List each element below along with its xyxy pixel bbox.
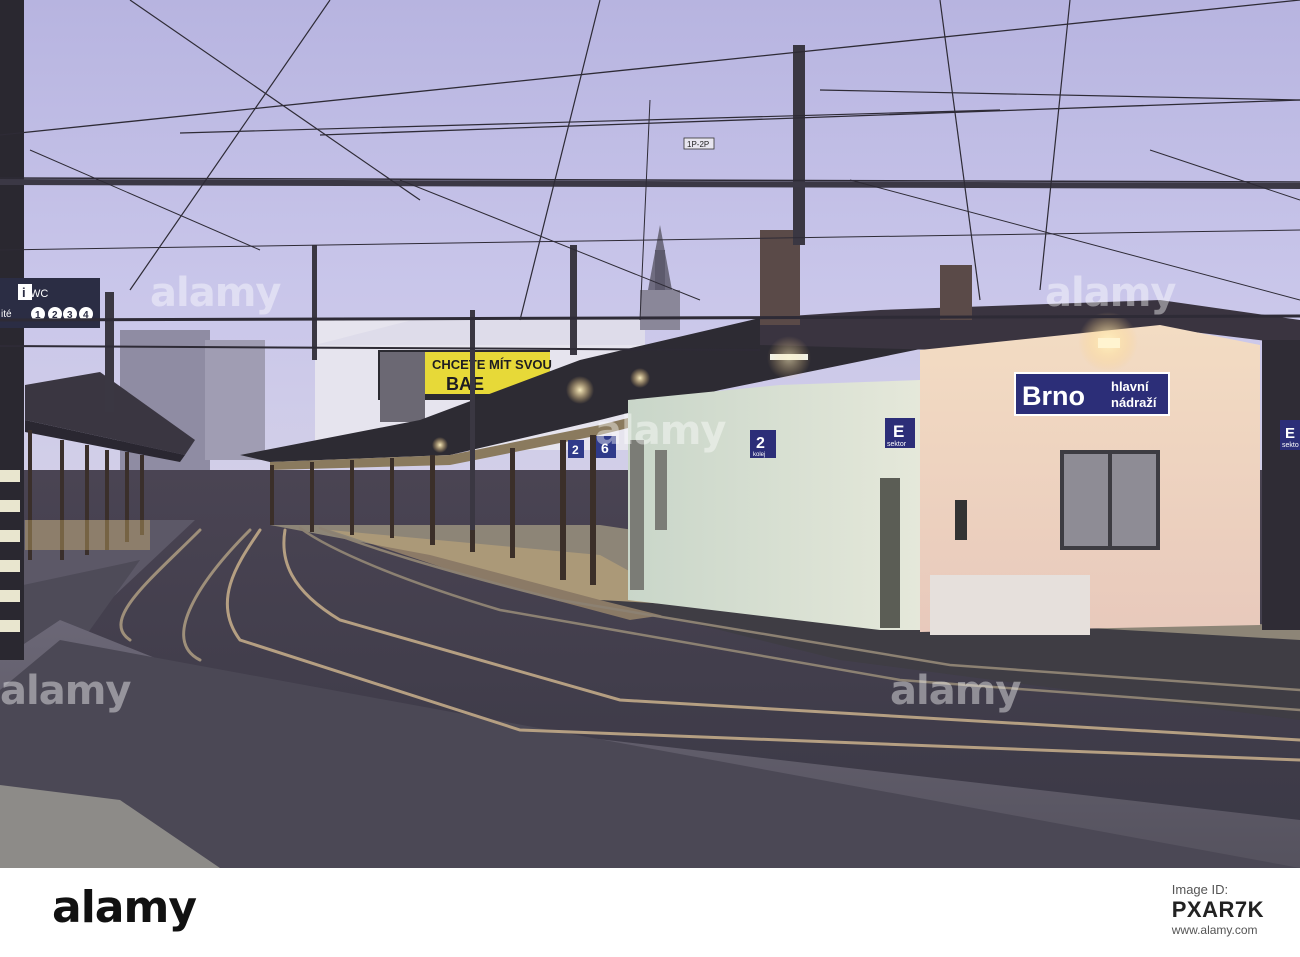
mast-id-plate: 1P-2P — [683, 137, 715, 150]
far-track-number: 2 — [572, 443, 579, 457]
image-id-label: Image ID: — [1171, 882, 1229, 897]
info-wc: WC — [30, 288, 48, 300]
info-i-icon: i — [22, 285, 26, 300]
alamy-logo: alamy — [52, 882, 197, 933]
station-subtitle-2: nádraží — [1111, 395, 1157, 410]
left-pole — [0, 0, 24, 660]
station-photo: CHCETE MÍT SVOU BAE 2 6 Brno hlavní nádr… — [0, 0, 1300, 868]
track-number-sign: 2 kolej — [750, 430, 776, 458]
station-name: Brno — [1022, 381, 1085, 411]
info-prefix: ité — [1, 309, 12, 320]
sector-letter: E — [893, 422, 904, 441]
station-subtitle-1: hlavní — [1111, 379, 1149, 394]
track-label: kolej — [753, 452, 765, 458]
billboard-line2: BAE — [446, 374, 484, 394]
image-id: PXAR7K — [1171, 897, 1264, 922]
sector-sign: E sektor — [885, 418, 915, 448]
building-side-wall — [628, 380, 920, 630]
mast-id: 1P-2P — [687, 140, 709, 149]
sector-letter-right: E — [1285, 425, 1295, 442]
far-sector-number: 6 — [601, 440, 609, 456]
stock-footer: alamy Image ID: PXAR7K www.alamy.com — [0, 868, 1300, 957]
right-edge-canopy: E sekto — [1262, 340, 1300, 630]
site-url: www.alamy.com — [1171, 923, 1258, 937]
track-number: 2 — [756, 435, 765, 452]
station-name-sign: Brno hlavní nádraží — [1014, 372, 1170, 416]
image-reference: Image ID: PXAR7K www.alamy.com — [1172, 882, 1264, 937]
billboard-line1: CHCETE MÍT SVOU — [432, 357, 552, 372]
sector-label-right: sekto — [1282, 442, 1299, 449]
photo-scene: CHCETE MÍT SVOU BAE 2 6 Brno hlavní nádr… — [0, 0, 1300, 868]
sector-label: sektor — [887, 441, 907, 448]
